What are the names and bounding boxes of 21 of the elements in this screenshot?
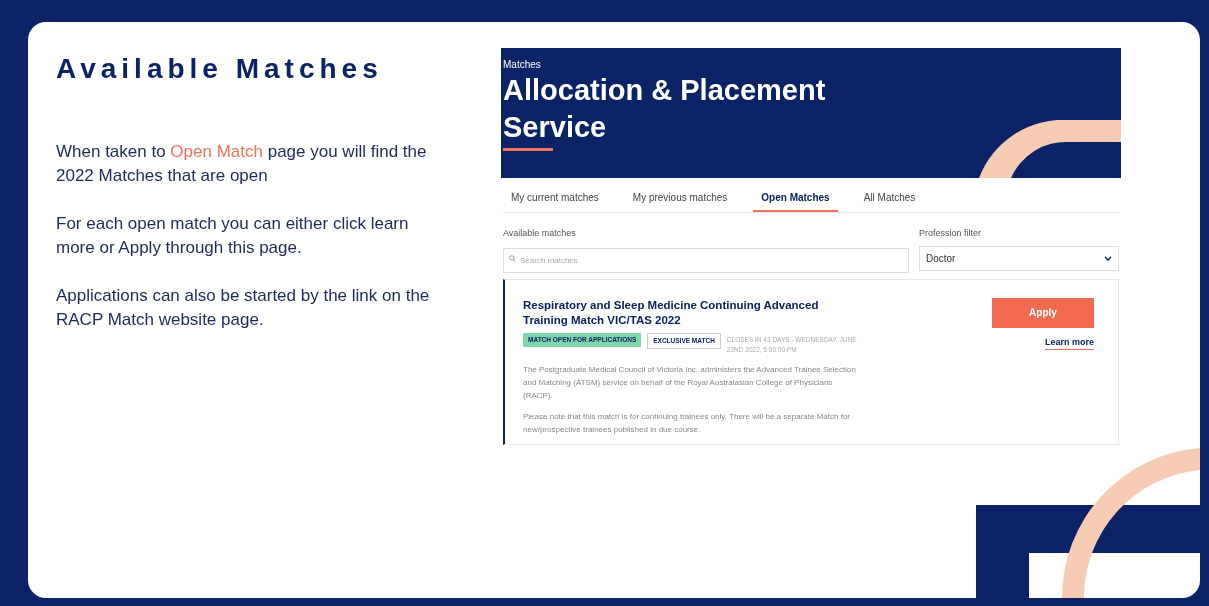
slide-paragraph: Applications can also be started by the link on the RACP Match website page. (56, 285, 431, 331)
slide-title: Available Matches (56, 52, 384, 86)
filter-label: Profession filter (919, 227, 983, 240)
chevron-down-icon (1104, 255, 1112, 261)
header-title: Allocation & Placement Service (503, 73, 827, 145)
search-icon (509, 254, 516, 262)
search-label: Available matches (503, 227, 577, 240)
tab[interactable]: My current matches (503, 190, 607, 212)
slide-paragraph: For each open match you can either click learn more or Apply through this page. (56, 213, 410, 259)
match-description: The Postgraduate Medical Council of Victoria Inc. administers the Advanced Trainee Selection and Matching (ATSM) service on behalf of the Royal Australasian College of Physicians (RACP). (523, 363, 857, 402)
title-underline (503, 148, 553, 151)
match-title: Respiratory and Sleep Medicine Continuing Advanced Training Match VIC/TAS 2022 (523, 297, 820, 328)
tab[interactable]: Open Matches (753, 190, 838, 212)
match-description: Please note that this match is for continuing trainees only. There will be a separate Match for new/prospective trainees published in due course. (523, 410, 851, 436)
learn-more-link[interactable]: Learn more (1044, 335, 1094, 350)
search-field[interactable]: Search matches (503, 247, 909, 273)
profession-dropdown[interactable]: Doctor (919, 245, 1119, 271)
header-breadcrumb: Matches (503, 58, 542, 72)
tab[interactable]: All Matches (855, 190, 924, 212)
slide-paragraph: When taken to Open Match page you will find the 2022 Matches that are open (56, 141, 428, 187)
tab[interactable]: My previous matches (624, 190, 736, 212)
